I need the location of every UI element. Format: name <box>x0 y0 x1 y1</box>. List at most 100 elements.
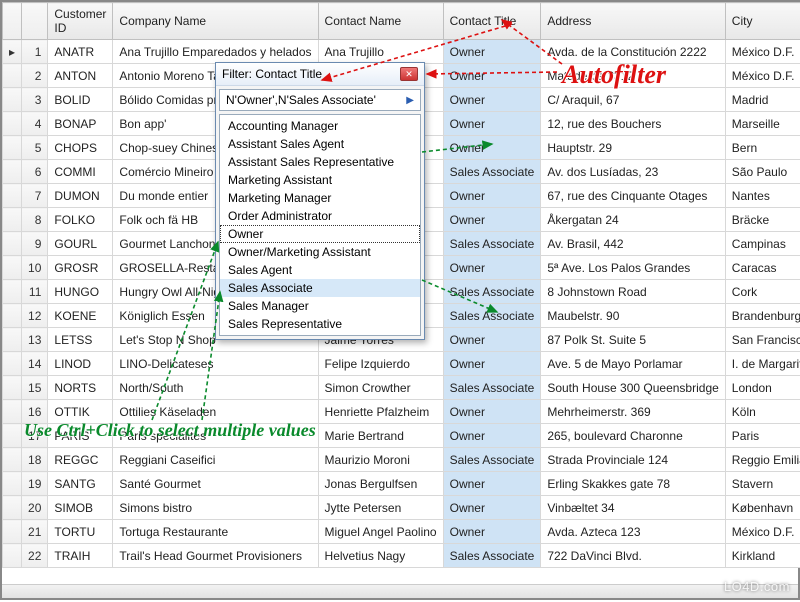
cell-company[interactable]: Trail's Head Gourmet Provisioners <box>113 544 318 568</box>
table-row[interactable]: 20SIMOBSimons bistroJytte PetersenOwnerV… <box>3 496 800 520</box>
row-number[interactable]: 9 <box>22 232 48 256</box>
cell-address[interactable]: Vinbæltet 34 <box>541 496 725 520</box>
cell-contact[interactable]: Maurizio Moroni <box>318 448 443 472</box>
table-row[interactable]: 22TRAIHTrail's Head Gourmet Provisioners… <box>3 544 800 568</box>
cell-contact-title[interactable]: Owner <box>443 40 541 64</box>
cell-city[interactable]: Bern <box>725 136 800 160</box>
cell-contact-title[interactable]: Owner <box>443 400 541 424</box>
cell-customer-id[interactable]: COMMI <box>48 160 113 184</box>
cell-city[interactable]: København <box>725 496 800 520</box>
cell-contact-title[interactable]: Owner <box>443 184 541 208</box>
cell-address[interactable]: Av. Brasil, 442 <box>541 232 725 256</box>
row-marker[interactable] <box>3 328 22 352</box>
cell-contact-title[interactable]: Owner <box>443 136 541 160</box>
row-marker[interactable] <box>3 232 22 256</box>
col-contact-name[interactable]: Contact Name <box>318 3 443 40</box>
cell-contact[interactable]: Miguel Angel Paolino <box>318 520 443 544</box>
cell-company[interactable]: Simons bistro <box>113 496 318 520</box>
row-number[interactable]: 11 <box>22 280 48 304</box>
cell-address[interactable]: 67, rue des Cinquante Otages <box>541 184 725 208</box>
row-marker[interactable] <box>3 256 22 280</box>
row-number[interactable]: 22 <box>22 544 48 568</box>
cell-customer-id[interactable]: TRAIH <box>48 544 113 568</box>
cell-city[interactable]: São Paulo <box>725 160 800 184</box>
row-marker[interactable] <box>3 304 22 328</box>
cell-contact-title[interactable]: Sales Associate <box>443 160 541 184</box>
filter-item[interactable]: Assistant Sales Representative <box>220 153 420 171</box>
cell-city[interactable]: Nantes <box>725 184 800 208</box>
row-marker[interactable] <box>3 400 22 424</box>
cell-address[interactable]: Hauptstr. 29 <box>541 136 725 160</box>
row-number[interactable]: 8 <box>22 208 48 232</box>
row-number[interactable]: 1 <box>22 40 48 64</box>
col-address[interactable]: Address <box>541 3 725 40</box>
row-number[interactable]: 6 <box>22 160 48 184</box>
filter-item[interactable]: Owner/Marketing Assistant <box>220 243 420 261</box>
row-number[interactable]: 3 <box>22 88 48 112</box>
row-number[interactable]: 4 <box>22 112 48 136</box>
table-row[interactable]: 21TORTUTortuga RestauranteMiguel Angel P… <box>3 520 800 544</box>
cell-address[interactable]: Åkergatan 24 <box>541 208 725 232</box>
cell-city[interactable]: Bräcke <box>725 208 800 232</box>
cell-contact-title[interactable]: Sales Associate <box>443 304 541 328</box>
cell-customer-id[interactable]: ANATR <box>48 40 113 64</box>
filter-item[interactable]: Order Administrator <box>220 207 420 225</box>
cell-company[interactable]: Tortuga Restaurante <box>113 520 318 544</box>
table-row[interactable]: 18REGGCReggiani CaseificiMaurizio Moroni… <box>3 448 800 472</box>
cell-contact-title[interactable]: Owner <box>443 256 541 280</box>
row-marker[interactable] <box>3 520 22 544</box>
cell-address[interactable]: 265, boulevard Charonne <box>541 424 725 448</box>
cell-customer-id[interactable]: REGGC <box>48 448 113 472</box>
cell-city[interactable]: I. de Margarita <box>725 352 800 376</box>
filter-current-value[interactable]: N'Owner',N'Sales Associate' ▶ <box>219 89 421 111</box>
cell-contact[interactable]: Jonas Bergulfsen <box>318 472 443 496</box>
filter-item[interactable]: Accounting Manager <box>220 117 420 135</box>
cell-address[interactable]: C/ Araquil, 67 <box>541 88 725 112</box>
row-number[interactable]: 10 <box>22 256 48 280</box>
cell-address[interactable]: Strada Provinciale 124 <box>541 448 725 472</box>
cell-city[interactable]: Brandenburg <box>725 304 800 328</box>
filter-titlebar[interactable]: Filter: Contact Title ✕ <box>216 63 424 86</box>
cell-company[interactable]: Santé Gourmet <box>113 472 318 496</box>
cell-address[interactable]: Maubelstr. 90 <box>541 304 725 328</box>
row-marker[interactable] <box>3 496 22 520</box>
table-row[interactable]: 19SANTGSanté GourmetJonas BergulfsenOwne… <box>3 472 800 496</box>
cell-contact-title[interactable]: Owner <box>443 88 541 112</box>
cell-contact-title[interactable]: Owner <box>443 472 541 496</box>
cell-address[interactable]: Erling Skakkes gate 78 <box>541 472 725 496</box>
cell-customer-id[interactable]: LETSS <box>48 328 113 352</box>
filter-item[interactable]: Marketing Assistant <box>220 171 420 189</box>
row-marker[interactable] <box>3 160 22 184</box>
cell-contact-title[interactable]: Owner <box>443 424 541 448</box>
cell-customer-id[interactable]: NORTS <box>48 376 113 400</box>
row-number[interactable]: 13 <box>22 328 48 352</box>
row-marker[interactable] <box>3 208 22 232</box>
cell-customer-id[interactable]: ANTON <box>48 64 113 88</box>
cell-city[interactable]: México D.F. <box>725 40 800 64</box>
row-number[interactable]: 5 <box>22 136 48 160</box>
cell-contact-title[interactable]: Owner <box>443 520 541 544</box>
row-number[interactable]: 21 <box>22 520 48 544</box>
cell-contact[interactable]: Henriette Pfalzheim <box>318 400 443 424</box>
col-contact-title[interactable]: Contact Title <box>443 3 541 40</box>
cell-address[interactable]: Mehrheimerstr. 369 <box>541 400 725 424</box>
filter-item[interactable]: Sales Agent <box>220 261 420 279</box>
cell-customer-id[interactable]: BOLID <box>48 88 113 112</box>
cell-contact-title[interactable]: Owner <box>443 64 541 88</box>
row-marker[interactable] <box>3 64 22 88</box>
cell-contact[interactable]: Felipe Izquierdo <box>318 352 443 376</box>
col-city[interactable]: City <box>725 3 800 40</box>
cell-contact-title[interactable]: Owner <box>443 112 541 136</box>
cell-customer-id[interactable]: KOENE <box>48 304 113 328</box>
cell-company[interactable]: North/South <box>113 376 318 400</box>
col-company-name[interactable]: Company Name <box>113 3 318 40</box>
cell-contact-title[interactable]: Owner <box>443 208 541 232</box>
cell-company[interactable]: LINO-Delicateses <box>113 352 318 376</box>
cell-customer-id[interactable]: BONAP <box>48 112 113 136</box>
row-marker[interactable] <box>3 376 22 400</box>
filter-popup[interactable]: Filter: Contact Title ✕ N'Owner',N'Sales… <box>215 62 425 340</box>
row-marker[interactable] <box>3 88 22 112</box>
cell-customer-id[interactable]: SIMOB <box>48 496 113 520</box>
cell-customer-id[interactable]: SANTG <box>48 472 113 496</box>
table-row[interactable]: 15NORTSNorth/SouthSimon CrowtherSales As… <box>3 376 800 400</box>
